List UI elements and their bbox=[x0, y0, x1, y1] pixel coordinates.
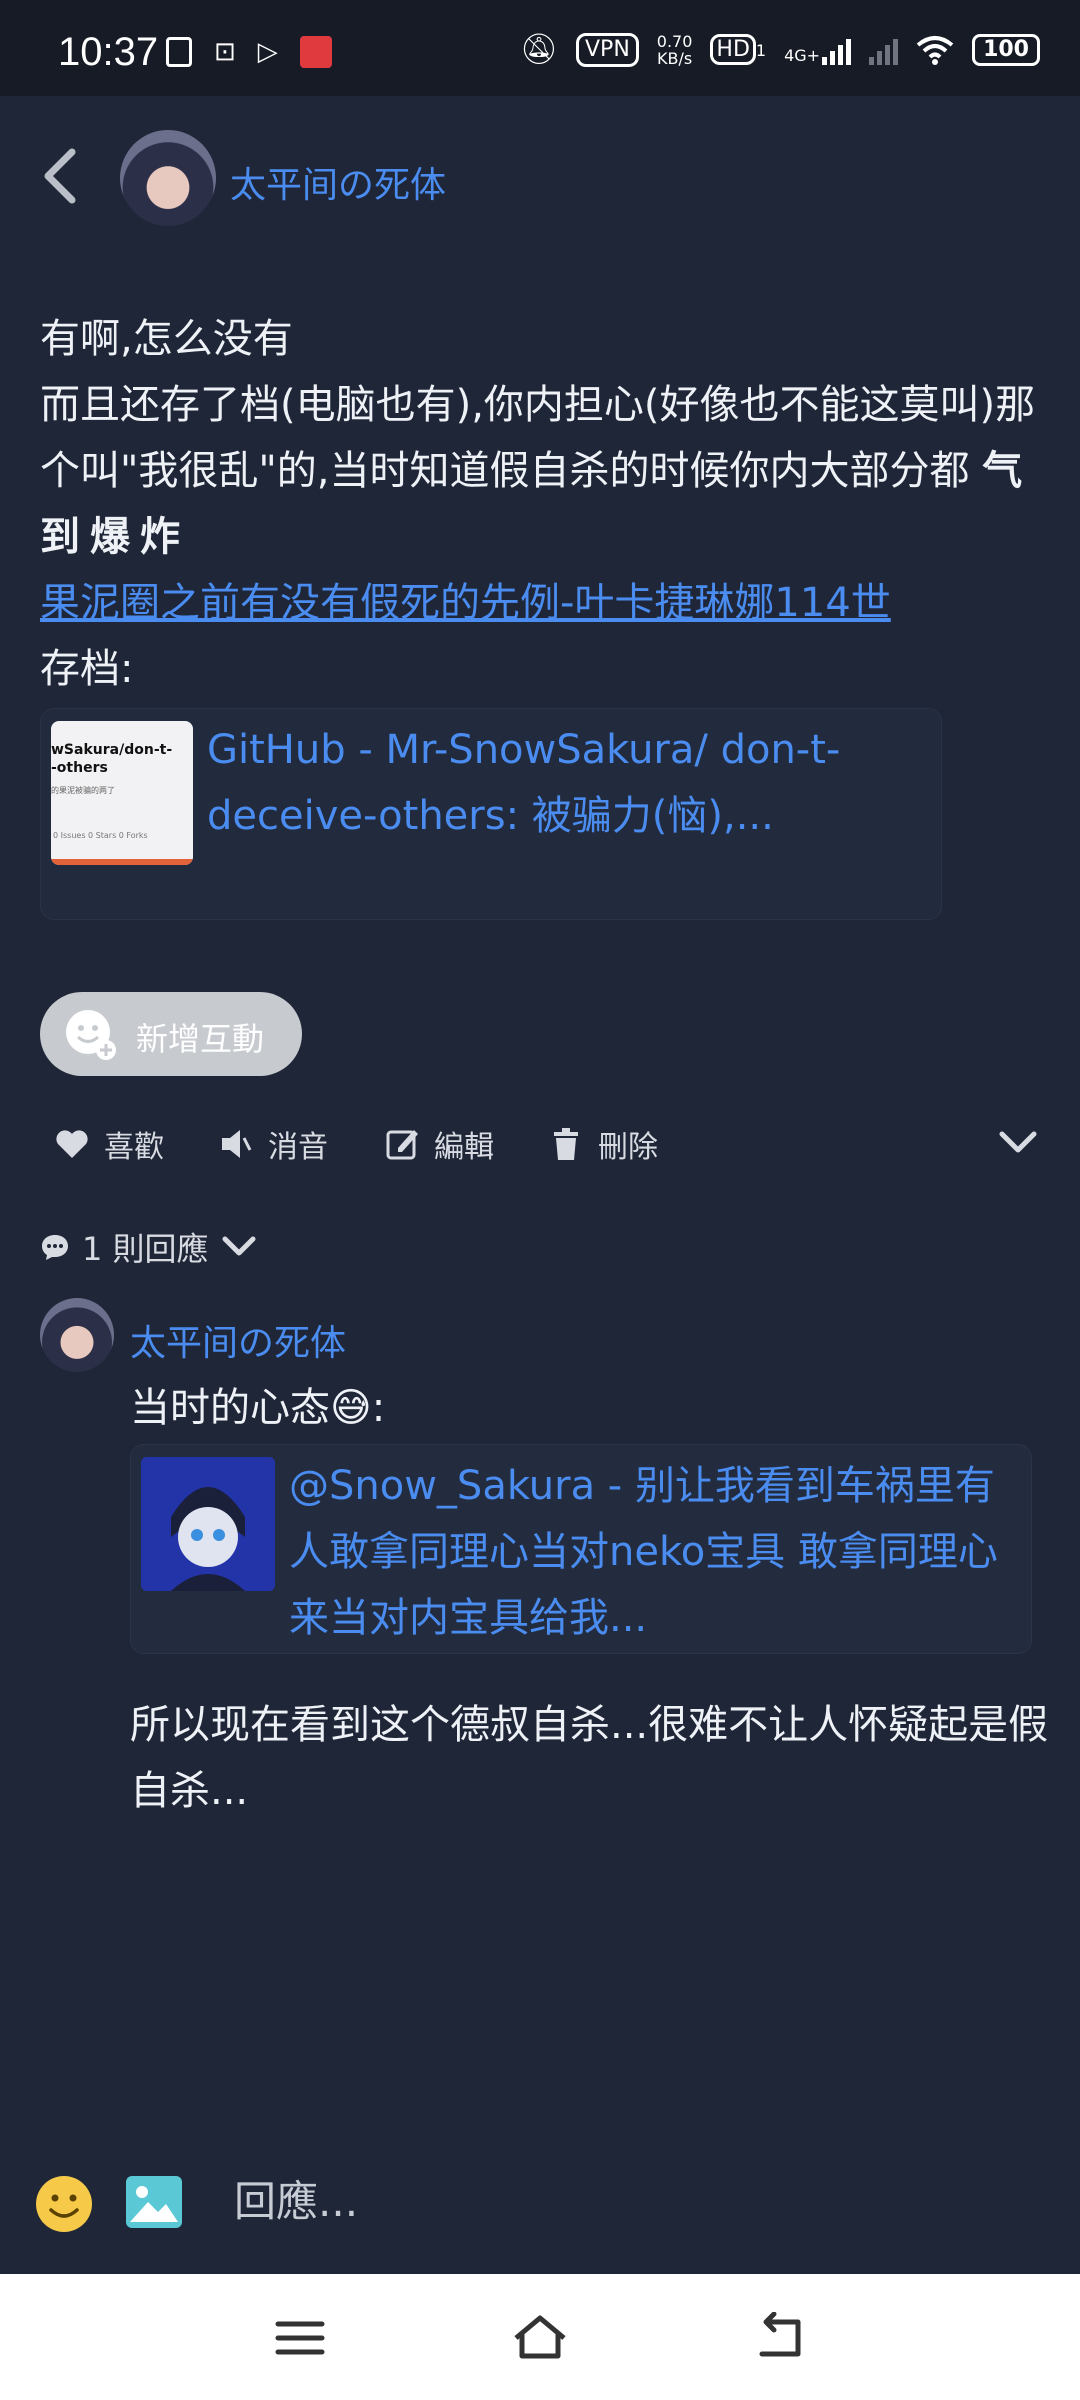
link-preview-card[interactable]: wSakura/don-t- -others 的果泥被骗的两了 0 Issues… bbox=[40, 708, 942, 920]
replies-count-label: 1 則回應 bbox=[82, 1230, 209, 1268]
thread-header: 太平间の死体 bbox=[0, 96, 1080, 266]
wifi-icon bbox=[916, 35, 954, 65]
add-reaction-label: 新增互動 bbox=[136, 1020, 265, 1058]
quoted-post-text[interactable]: @Snow_Sakura - 别让我看到车祸里有人敢拿同理心当对neko宝具 敢… bbox=[289, 1453, 1009, 1651]
reply-text-continued: 所以现在看到这个德叔自杀...很难不让人怀疑起是假自杀... bbox=[130, 1702, 1049, 1814]
like-label: 喜歡 bbox=[104, 1130, 164, 1165]
add-reaction-button[interactable]: 新增互動 bbox=[40, 992, 302, 1076]
notification-icons: ⊡ ▷ bbox=[166, 36, 332, 68]
chevron-down-icon[interactable] bbox=[998, 1130, 1038, 1156]
post-link[interactable]: 果泥圈之前有没有假死的先例-叶卡捷琳娜114世 bbox=[40, 580, 891, 626]
edit-icon bbox=[386, 1130, 418, 1160]
clipboard-icon bbox=[166, 37, 192, 67]
hd-badge: HD 1 bbox=[710, 33, 767, 65]
thumbnail-title: wSakura/don-t- -others bbox=[51, 742, 173, 776]
comment-icon bbox=[42, 1235, 68, 1260]
network-type: 4G+ bbox=[784, 45, 821, 65]
heart-icon bbox=[56, 1130, 88, 1158]
hd-label: HD bbox=[710, 33, 756, 65]
like-button[interactable]: 喜歡 bbox=[54, 1122, 164, 1166]
home-icon[interactable] bbox=[512, 2312, 568, 2364]
back-arrow-icon[interactable] bbox=[40, 146, 80, 206]
mute-label: 消音 bbox=[268, 1130, 328, 1165]
status-time: 10:37 bbox=[58, 30, 159, 74]
author-avatar[interactable] bbox=[120, 130, 216, 226]
status-bar: 10:37 ⊡ ▷ 🔕︎ VPN 0.70 KB/s HD 1 4G+ 100 bbox=[0, 0, 1080, 96]
emoji-icon[interactable] bbox=[34, 2174, 94, 2234]
image-icon[interactable] bbox=[124, 2174, 184, 2230]
network-speed: 0.70 KB/s bbox=[657, 33, 693, 67]
battery-indicator: 100 bbox=[972, 33, 1040, 66]
mute-bell-icon: 🔕︎ bbox=[519, 32, 558, 67]
menu-icon[interactable] bbox=[272, 2312, 328, 2364]
play-icon: ▷ bbox=[257, 37, 278, 67]
replies-toggle[interactable]: 1 則回應 bbox=[40, 1224, 257, 1270]
reply-composer bbox=[0, 2166, 1080, 2272]
post-text: 而且还存了档(电脑也有),你内担心(好像也不能这莫叫)那个叫"我很乱"的,当时知… bbox=[40, 382, 1036, 494]
signal-icon bbox=[822, 35, 852, 65]
vpn-badge: VPN bbox=[576, 32, 639, 67]
link-title[interactable]: GitHub - Mr-SnowSakura/ don-t-deceive-ot… bbox=[207, 717, 907, 849]
character-avatar-image bbox=[141, 1457, 275, 1591]
quoted-post-thumbnail bbox=[141, 1457, 275, 1591]
post-paragraph: 而且还存了档(电脑也有),你内担心(好像也不能这莫叫)那个叫"我很乱"的,当时知… bbox=[40, 372, 1050, 570]
thumbnail-accent-bar bbox=[51, 859, 193, 865]
system-nav-bar bbox=[0, 2274, 1080, 2400]
reply-input[interactable] bbox=[232, 2176, 996, 2227]
speaker-mute-icon bbox=[222, 1130, 252, 1158]
reply-author-name[interactable]: 太平间の死体 bbox=[130, 1314, 346, 1366]
delete-button[interactable]: 刪除 bbox=[548, 1122, 658, 1166]
thumbnail-subtitle: 的果泥被骗的两了 bbox=[51, 786, 115, 795]
chevron-down-icon bbox=[222, 1236, 256, 1256]
back-icon[interactable] bbox=[752, 2312, 808, 2364]
reply-text: 当时的心态😅: bbox=[130, 1385, 386, 1431]
signal-4g: 4G+ bbox=[784, 35, 852, 65]
trash-icon bbox=[554, 1128, 578, 1160]
thumbnail-stats: 0 Issues 0 Stars 0 Forks bbox=[53, 831, 148, 840]
speed-unit: KB/s bbox=[656, 48, 693, 68]
signal-sim2-icon bbox=[869, 35, 899, 65]
author-name[interactable]: 太平间の死体 bbox=[230, 156, 446, 208]
hd-sub: 1 bbox=[755, 40, 767, 60]
bilibili-icon: ⊡ bbox=[214, 37, 236, 67]
link-thumbnail: wSakura/don-t- -others 的果泥被骗的两了 0 Issues… bbox=[51, 721, 193, 865]
post-actions: 喜歡 消音 編輯 刪除 bbox=[0, 1112, 1080, 1174]
edit-button[interactable]: 編輯 bbox=[384, 1122, 494, 1166]
quoted-post-card[interactable]: @Snow_Sakura - 别让我看到车祸里有人敢拿同理心当对neko宝具 敢… bbox=[130, 1444, 1032, 1654]
post-line: 有啊,怎么没有 bbox=[40, 316, 293, 362]
app-notification-icon bbox=[299, 36, 332, 68]
delete-label: 刪除 bbox=[598, 1130, 658, 1165]
post-line: 存档: bbox=[40, 646, 134, 692]
edit-label: 編輯 bbox=[434, 1130, 494, 1165]
reply-avatar[interactable] bbox=[40, 1298, 114, 1372]
add-emoji-icon bbox=[66, 1010, 116, 1060]
post-body: 有啊,怎么没有 而且还存了档(电脑也有),你内担心(好像也不能这莫叫)那个叫"我… bbox=[40, 306, 1050, 702]
mute-button[interactable]: 消音 bbox=[218, 1122, 328, 1166]
system-indicators: 🔕︎ VPN 0.70 KB/s HD 1 4G+ 100 bbox=[520, 32, 1040, 67]
